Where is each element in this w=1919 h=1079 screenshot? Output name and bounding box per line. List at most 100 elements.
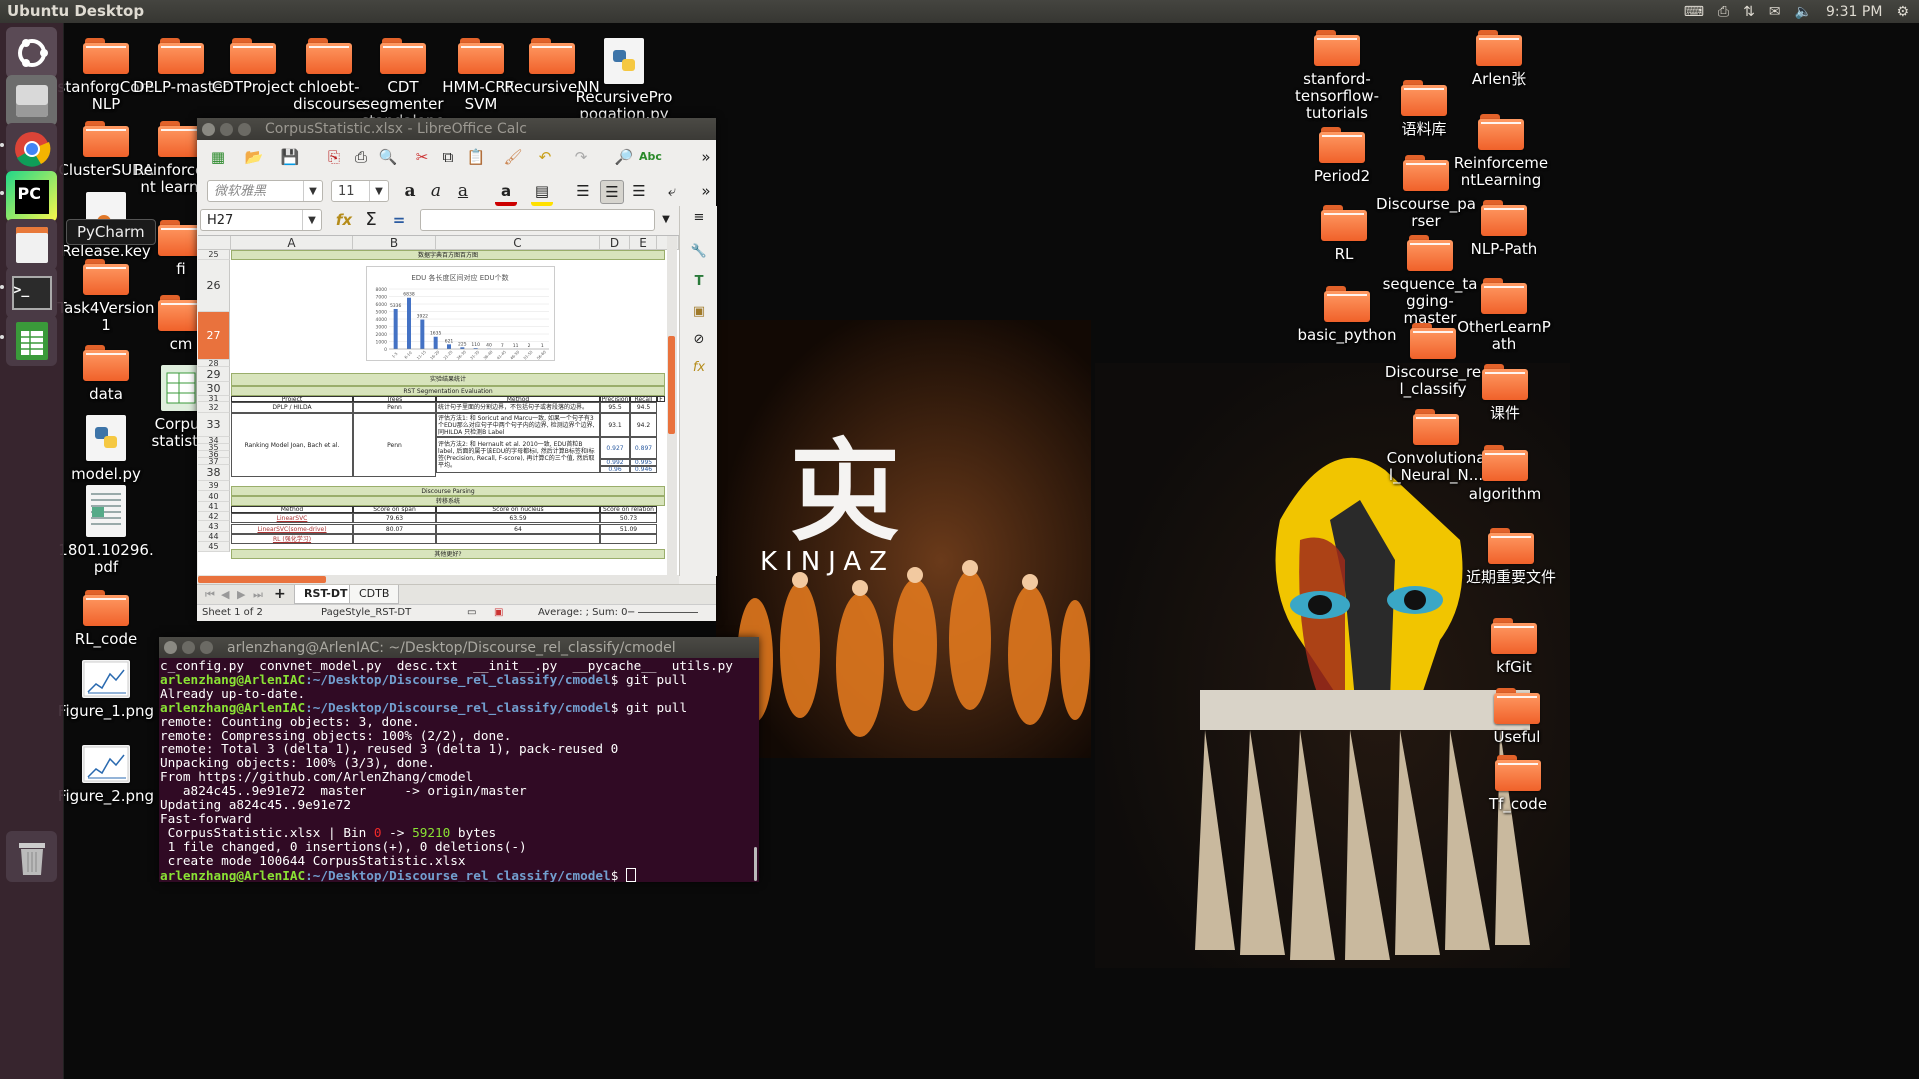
chevron-down-icon[interactable]: ▼ [303,181,322,201]
table-cell[interactable]: Penn [353,402,436,413]
table-cell[interactable]: 50.73 [600,513,657,523]
desktop-icon[interactable]: basic_python [1297,286,1397,344]
copy-icon[interactable]: ⧉ [437,146,459,168]
properties-icon[interactable]: 🔧 [689,242,709,262]
prev-sheet-nav[interactable]: ◀ [221,588,229,601]
trash-launcher[interactable] [6,831,57,882]
sum-icon[interactable]: Σ [360,209,382,231]
column-header-d[interactable]: D [600,236,630,250]
cell-a44-title[interactable]: 其他更好? [231,549,665,559]
maximize-window-button[interactable] [238,122,251,136]
cell-a25-title[interactable]: 数据字典百方图百方图 [231,250,665,260]
printer-icon[interactable]: ⎙ [1718,4,1729,20]
spreadsheet-grid[interactable]: A B C D E 25 26 27 28 29 30 31 32 33 34 35 36 37 38 39… [198,235,679,576]
align-left-icon[interactable]: ☰ [572,180,594,202]
align-right-icon[interactable]: ☰ [628,180,650,202]
row-header[interactable]: 45 [198,542,230,552]
terminal-launcher[interactable]: >_ [6,267,57,318]
font-color-icon[interactable]: a [495,180,517,206]
cell-a30-title[interactable]: RST Segmentation Evaluation [231,386,665,396]
styles-icon[interactable]: T [689,272,709,292]
new-document-icon[interactable]: ▦ [207,146,229,168]
minimize-window-button[interactable] [182,641,195,654]
row-header[interactable]: 25 [198,250,230,260]
export-pdf-icon[interactable]: ⎘ [323,146,345,168]
dash-button[interactable] [6,27,57,78]
row-header[interactable]: 40 [198,491,230,502]
files-launcher[interactable] [6,75,57,126]
highlight-color-icon[interactable]: ▤ [531,180,553,206]
expand-formula-icon[interactable]: ▼ [655,209,677,231]
table-cell[interactable]: 统计句子里面的分割边界，不包括句子或者段落的边界。 [436,402,600,413]
terminal-titlebar[interactable]: arlenzhang@ArlenIAC: ~/Desktop/Discourse… [159,637,759,658]
table-cell[interactable]: RL (强化学习) [231,534,353,544]
table-cell[interactable]: Penn [353,413,436,477]
first-sheet-nav[interactable]: ⏮ [205,588,215,602]
add-sheet-icon[interactable]: + [274,586,286,602]
bold-icon[interactable]: a [399,180,421,202]
row-header[interactable]: 29 [198,367,230,382]
align-center-icon[interactable]: ☰ [600,180,624,204]
sheet-tab-cdtb[interactable]: CDTB [349,585,400,604]
table-cell[interactable]: LinearSVC(some-drive) [231,524,353,534]
table-header-cell[interactable]: F [657,396,665,402]
row-header[interactable]: 26 [198,260,230,312]
desktop-icon[interactable]: Tf_code [1468,755,1568,813]
table-cell[interactable]: 0.995 [630,459,657,466]
desktop-icon[interactable]: 1801.10296.pdf [56,485,156,576]
selection-mode-icon[interactable]: ▭ [467,605,476,621]
column-header-c[interactable]: C [436,236,600,250]
undo-icon[interactable]: ↶ [534,146,556,168]
table-cell[interactable]: 63.59 [436,513,600,523]
table-cell[interactable]: 93.1 [600,413,630,437]
clock[interactable]: 9:31 PM [1826,4,1882,20]
terminal-scrollbar[interactable] [754,847,757,881]
corner-cell[interactable] [198,236,231,250]
pycharm-launcher[interactable]: PC [6,171,57,222]
chevron-down-icon[interactable]: ▼ [369,181,388,201]
redo-icon[interactable]: ↷ [570,146,592,168]
table-header-cell[interactable]: Method [231,506,353,513]
minimize-window-button[interactable] [220,122,233,136]
table-cell[interactable]: 评估方法2: 和 Hernault et al. 2010一致, EDU首粒B … [436,437,600,473]
desktop-icon[interactable]: RecursivePropogation.py [574,38,674,123]
underline-icon[interactable]: a [452,180,474,202]
desktop-icon[interactable]: RL [1294,205,1394,263]
network-transfer-icon[interactable]: ⇅ [1743,4,1755,20]
row-header[interactable]: 27 [198,312,230,360]
table-cell[interactable] [353,534,436,544]
save-icon[interactable]: 💾 [279,146,301,168]
table-cell[interactable]: 评估方法1: 和 Soricut and Marcu一致, 如果一个句子有3个E… [436,413,600,437]
sheet-tab-rst-dt[interactable]: RST-DT [294,585,358,604]
desktop-icon[interactable]: 近期重要文件 [1461,528,1561,586]
table-cell[interactable] [436,534,600,544]
table-header-cell[interactable]: Score on span [353,506,436,513]
wrap-text-icon[interactable]: ⤶ [661,180,683,202]
horizontal-scrollbar[interactable] [198,575,679,584]
navigator-icon[interactable]: ⊘ [689,330,709,350]
column-header-e[interactable]: E [630,236,657,250]
mail-icon[interactable]: ✉ [1769,4,1781,20]
close-window-button[interactable] [202,122,215,136]
table-cell[interactable]: 0.992 [600,459,630,466]
more-tools-icon[interactable]: » [700,146,712,168]
maximize-window-button[interactable] [200,641,213,654]
table-cell[interactable]: 80.07 [353,524,436,534]
spellcheck-icon[interactable]: Abc [639,146,662,168]
row-header[interactable]: 28 [198,359,230,368]
functions-icon[interactable]: fx [689,358,709,378]
row-header[interactable]: 43 [198,521,230,532]
table-cell[interactable]: 79.63 [353,513,436,523]
formula-equals-icon[interactable]: = [388,209,410,231]
vertical-scrollbar[interactable] [667,236,677,576]
chevron-down-icon[interactable]: ▼ [302,210,321,230]
document-modified-icon[interactable]: ▣ [494,605,503,621]
table-cell[interactable]: DPLP / HILDA [231,402,353,413]
cut-icon[interactable]: ✂ [411,146,433,168]
desktop-icon[interactable]: RL_code [56,590,156,648]
formula-input[interactable] [420,209,655,231]
desktop-icon[interactable]: Useful [1467,688,1567,746]
row-header[interactable]: 37 [198,457,230,466]
table-cell[interactable]: 0.946 [630,466,657,473]
table-cell[interactable] [600,534,657,544]
